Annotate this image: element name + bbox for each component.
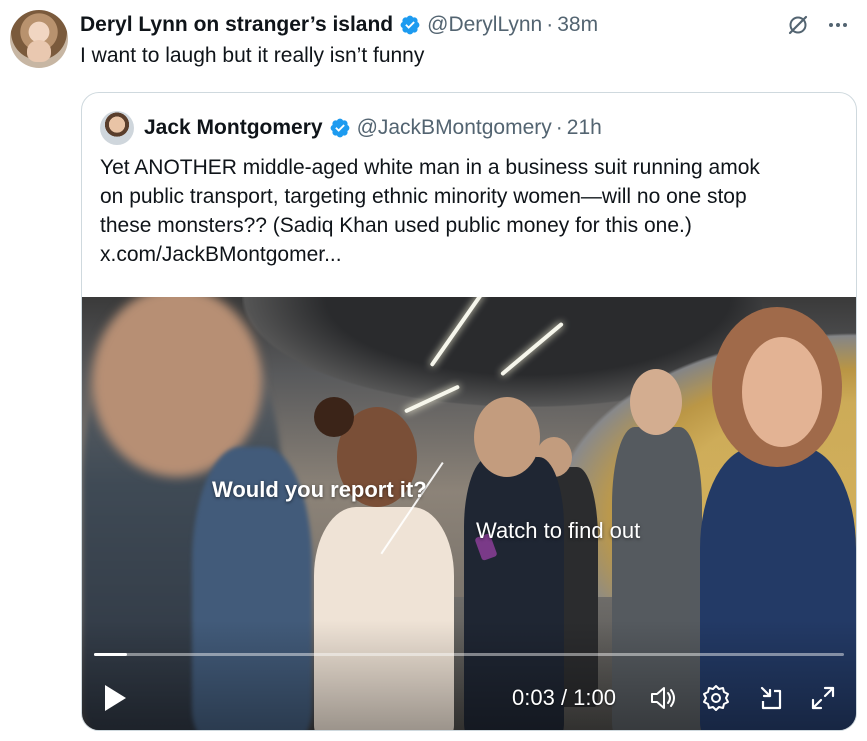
tweet-actions-top [785, 12, 851, 38]
tweet-text: I want to laugh but it really isn’t funn… [80, 44, 425, 67]
video-time-separator: / [554, 685, 574, 710]
tweet-header: Deryl Lynn on stranger’s island @DerylLy… [80, 10, 598, 40]
quoted-tweet-timestamp[interactable]: 21h [567, 116, 602, 140]
tweet[interactable]: Deryl Lynn on stranger’s island @DerylLy… [0, 0, 867, 741]
verified-badge-icon [330, 118, 349, 138]
controls-gradient [82, 620, 856, 730]
quoted-text-line: on public transport, targeting ethnic mi… [100, 185, 747, 208]
video-progress-bar[interactable] [94, 653, 844, 656]
quoted-author-avatar[interactable] [100, 111, 134, 145]
quoted-text-line: these monsters?? (Sadiq Khan used public… [100, 214, 692, 237]
volume-icon[interactable] [648, 683, 678, 713]
author-display-name[interactable]: Deryl Lynn on stranger’s island [80, 13, 393, 37]
video-time-readout: 0:03 / 1:00 [512, 685, 616, 711]
author-handle[interactable]: @DerylLynn [427, 13, 542, 37]
video-figure-head [742, 337, 822, 447]
separator-dot: · [546, 13, 554, 36]
quoted-tweet[interactable]: Jack Montgomery @JackBMontgomery · 21h Y… [81, 92, 857, 731]
separator-dot: · [555, 116, 563, 139]
quoted-text-line: Yet ANOTHER middle-aged white man in a b… [100, 156, 760, 179]
quoted-author-handle[interactable]: @JackBMontgomery [357, 116, 552, 140]
video-caption-primary: Would you report it? [212, 477, 427, 502]
more-icon[interactable] [825, 12, 851, 38]
video-current-time: 0:03 [512, 685, 555, 710]
video-player[interactable]: Would you report it? Watch to find out 0… [82, 297, 856, 730]
quoted-author-display-name[interactable]: Jack Montgomery [144, 116, 323, 140]
video-figure-head [630, 369, 682, 435]
verified-badge-icon [400, 15, 420, 35]
minimize-icon[interactable] [756, 683, 786, 713]
grok-icon[interactable] [785, 12, 811, 38]
settings-icon[interactable] [701, 683, 731, 713]
video-duration: 1:00 [573, 685, 616, 710]
video-progress-fill [94, 653, 127, 656]
video-caption-secondary: Watch to find out [476, 518, 641, 543]
play-icon[interactable] [102, 683, 128, 713]
video-figure-hair [314, 397, 354, 437]
quoted-text-link[interactable]: x.com/JackBMontgomer... [100, 240, 840, 269]
quoted-tweet-header: Jack Montgomery @JackBMontgomery · 21h [100, 111, 602, 145]
quoted-tweet-text: Yet ANOTHER middle-aged white man in a b… [100, 153, 840, 269]
author-avatar[interactable] [10, 10, 68, 68]
tweet-timestamp[interactable]: 38m [557, 13, 598, 37]
fullscreen-icon[interactable] [808, 683, 838, 713]
video-figure-head [474, 397, 540, 477]
